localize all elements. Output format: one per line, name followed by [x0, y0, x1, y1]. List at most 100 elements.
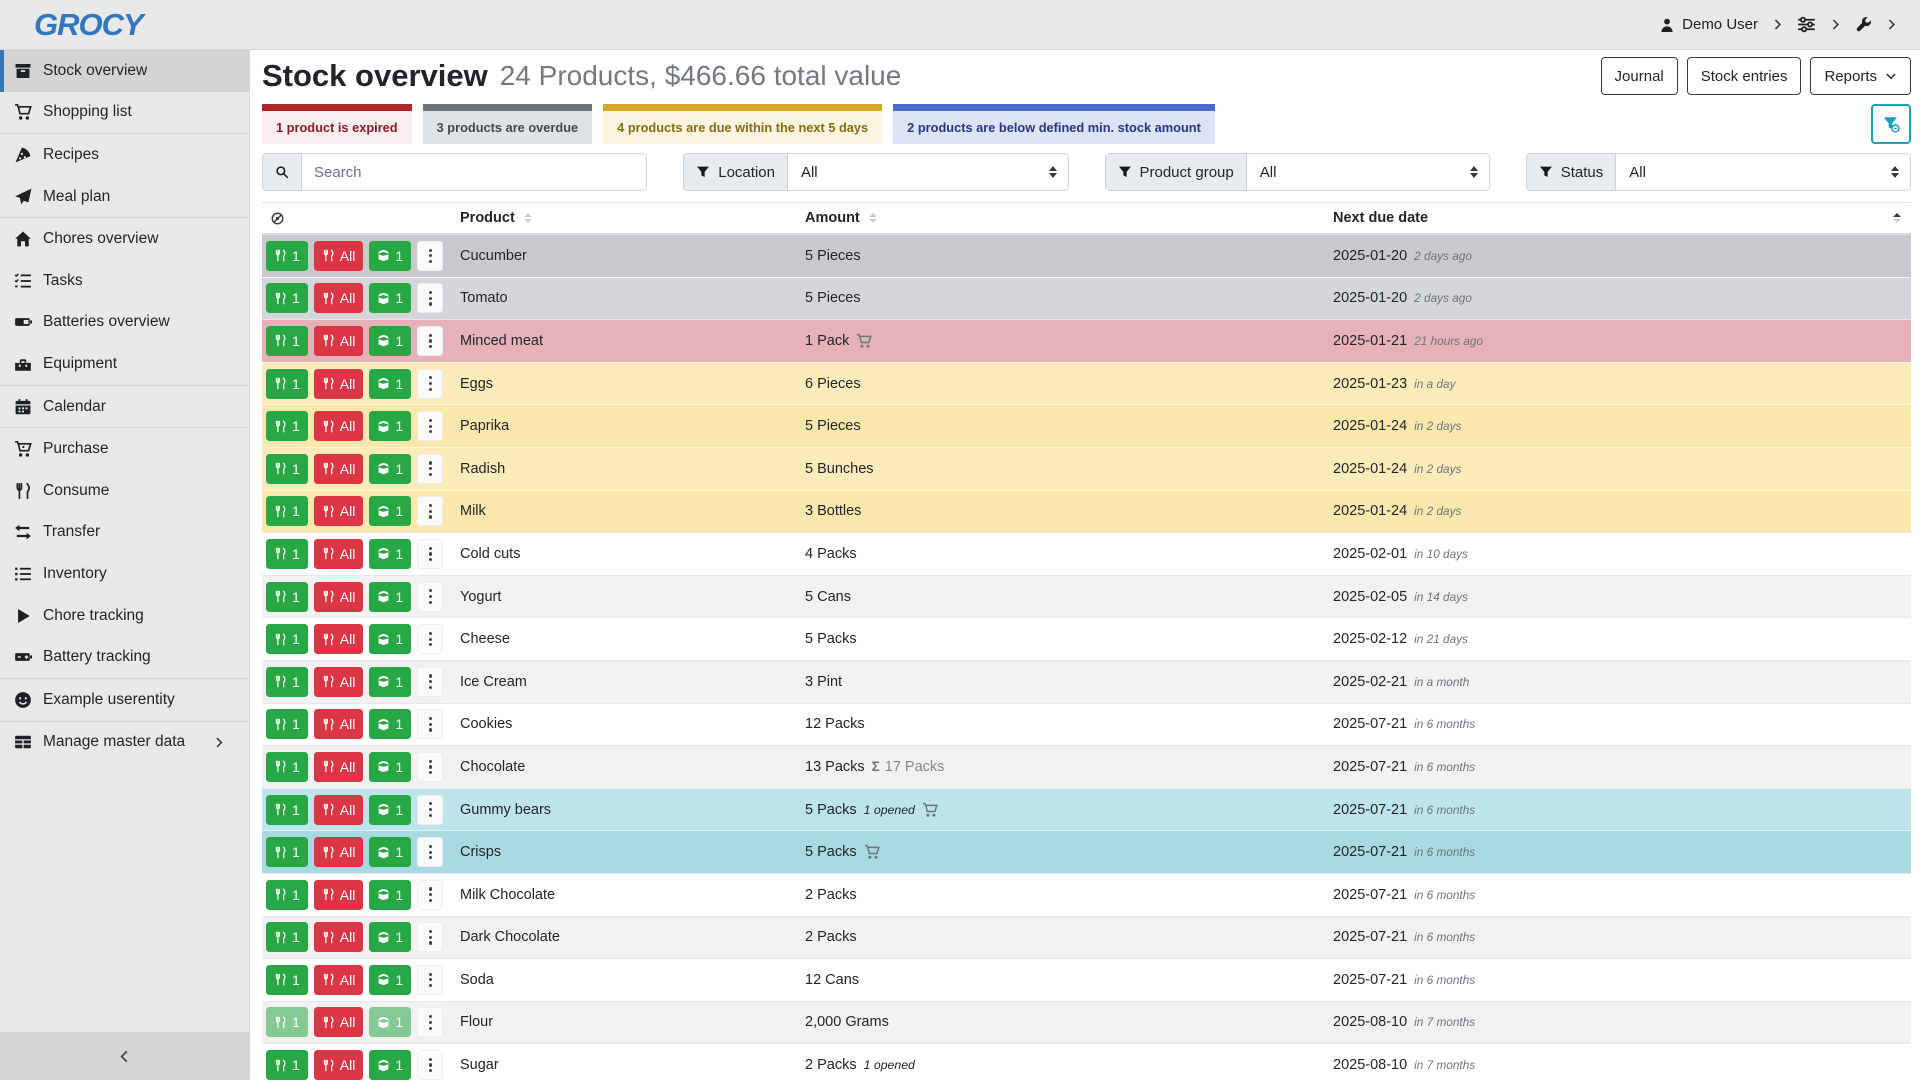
user-menu-chevron-icon[interactable] [1771, 18, 1784, 31]
consume-all-button[interactable]: All [314, 922, 364, 952]
consume-one-button[interactable]: 1 [266, 1007, 308, 1037]
open-one-button[interactable]: 1 [369, 369, 411, 399]
open-one-button[interactable]: 1 [369, 624, 411, 654]
status-badge[interactable]: 1 product is expired [262, 104, 412, 144]
journal-button[interactable]: Journal [1601, 57, 1678, 95]
row-menu-button[interactable] [417, 283, 443, 313]
consume-all-button[interactable]: All [314, 1050, 364, 1080]
consume-all-button[interactable]: All [314, 795, 364, 825]
sidebar-item-batteries-overview[interactable]: Batteries overview [0, 302, 249, 344]
row-menu-button[interactable] [417, 411, 443, 441]
stock-entries-button[interactable]: Stock entries [1687, 57, 1802, 95]
consume-all-button[interactable]: All [314, 965, 364, 995]
consume-all-button[interactable]: All [314, 582, 364, 612]
row-menu-button[interactable] [417, 837, 443, 867]
row-menu-button[interactable] [417, 369, 443, 399]
consume-one-button[interactable]: 1 [266, 369, 308, 399]
open-one-button[interactable]: 1 [369, 1007, 411, 1037]
consume-one-button[interactable]: 1 [266, 837, 308, 867]
row-menu-button[interactable] [417, 241, 443, 271]
open-one-button[interactable]: 1 [369, 283, 411, 313]
row-menu-button[interactable] [417, 880, 443, 910]
open-one-button[interactable]: 1 [369, 454, 411, 484]
column-due-date-header[interactable]: Next due date [1325, 203, 1911, 233]
row-menu-button[interactable] [417, 496, 443, 526]
app-logo[interactable]: GROCY [34, 7, 143, 43]
open-one-button[interactable]: 1 [369, 965, 411, 995]
consume-one-button[interactable]: 1 [266, 326, 308, 356]
sidebar-item-inventory[interactable]: Inventory [0, 553, 249, 595]
open-one-button[interactable]: 1 [369, 880, 411, 910]
sidebar-collapse-button[interactable] [0, 1032, 249, 1080]
settings-sliders-button[interactable] [1797, 15, 1816, 34]
sidebar-item-manage-master-data[interactable]: Manage master data [0, 722, 249, 764]
filter-select[interactable]: All [1247, 154, 1489, 190]
open-one-button[interactable]: 1 [369, 1050, 411, 1080]
clear-filters-button[interactable] [1871, 104, 1911, 144]
consume-all-button[interactable]: All [314, 369, 364, 399]
column-visibility-header[interactable] [262, 203, 452, 233]
row-menu-button[interactable] [417, 539, 443, 569]
consume-one-button[interactable]: 1 [266, 922, 308, 952]
sidebar-item-consume[interactable]: Consume [0, 470, 249, 512]
sidebar-item-chores-overview[interactable]: Chores overview [0, 218, 249, 260]
status-badge[interactable]: 2 products are below defined min. stock … [893, 104, 1215, 144]
sidebar-item-stock-overview[interactable]: Stock overview [0, 50, 249, 92]
filter-select[interactable]: All [1616, 154, 1910, 190]
open-one-button[interactable]: 1 [369, 709, 411, 739]
consume-all-button[interactable]: All [314, 624, 364, 654]
open-one-button[interactable]: 1 [369, 752, 411, 782]
row-menu-button[interactable] [417, 922, 443, 952]
sidebar-item-meal-plan[interactable]: Meal plan [0, 176, 249, 218]
consume-all-button[interactable]: All [314, 667, 364, 697]
open-one-button[interactable]: 1 [369, 496, 411, 526]
admin-chevron-icon[interactable] [1885, 18, 1898, 31]
open-one-button[interactable]: 1 [369, 837, 411, 867]
consume-one-button[interactable]: 1 [266, 496, 308, 526]
consume-one-button[interactable]: 1 [266, 880, 308, 910]
search-input[interactable] [302, 154, 646, 190]
sidebar-item-equipment[interactable]: Equipment [0, 343, 249, 385]
sidebar-item-transfer[interactable]: Transfer [0, 512, 249, 554]
sidebar-item-example-userentity[interactable]: Example userentity [0, 679, 249, 721]
row-menu-button[interactable] [417, 667, 443, 697]
open-one-button[interactable]: 1 [369, 795, 411, 825]
sidebar-item-chore-tracking[interactable]: Chore tracking [0, 595, 249, 637]
row-menu-button[interactable] [417, 752, 443, 782]
row-menu-button[interactable] [417, 624, 443, 654]
reports-button[interactable]: Reports [1810, 57, 1911, 95]
open-one-button[interactable]: 1 [369, 241, 411, 271]
consume-one-button[interactable]: 1 [266, 539, 308, 569]
consume-all-button[interactable]: All [314, 539, 364, 569]
consume-one-button[interactable]: 1 [266, 1050, 308, 1080]
consume-one-button[interactable]: 1 [266, 795, 308, 825]
consume-one-button[interactable]: 1 [266, 752, 308, 782]
consume-all-button[interactable]: All [314, 283, 364, 313]
row-menu-button[interactable] [417, 709, 443, 739]
sidebar-item-shopping-list[interactable]: Shopping list [0, 92, 249, 134]
consume-one-button[interactable]: 1 [266, 709, 308, 739]
consume-all-button[interactable]: All [314, 709, 364, 739]
admin-wrench-button[interactable] [1855, 16, 1872, 33]
open-one-button[interactable]: 1 [369, 539, 411, 569]
consume-one-button[interactable]: 1 [266, 965, 308, 995]
open-one-button[interactable]: 1 [369, 667, 411, 697]
open-one-button[interactable]: 1 [369, 922, 411, 952]
sidebar-item-recipes[interactable]: Recipes [0, 134, 249, 176]
consume-all-button[interactable]: All [314, 496, 364, 526]
sidebar-item-tasks[interactable]: Tasks [0, 260, 249, 302]
consume-one-button[interactable]: 1 [266, 411, 308, 441]
open-one-button[interactable]: 1 [369, 411, 411, 441]
settings-chevron-icon[interactable] [1829, 18, 1842, 31]
user-menu[interactable]: Demo User [1659, 16, 1758, 33]
row-menu-button[interactable] [417, 795, 443, 825]
consume-all-button[interactable]: All [314, 454, 364, 484]
consume-one-button[interactable]: 1 [266, 283, 308, 313]
sidebar-item-battery-tracking[interactable]: Battery tracking [0, 636, 249, 678]
row-menu-button[interactable] [417, 326, 443, 356]
row-menu-button[interactable] [417, 965, 443, 995]
sidebar-item-purchase[interactable]: Purchase [0, 428, 249, 470]
consume-one-button[interactable]: 1 [266, 667, 308, 697]
row-menu-button[interactable] [417, 1050, 443, 1080]
consume-all-button[interactable]: All [314, 411, 364, 441]
